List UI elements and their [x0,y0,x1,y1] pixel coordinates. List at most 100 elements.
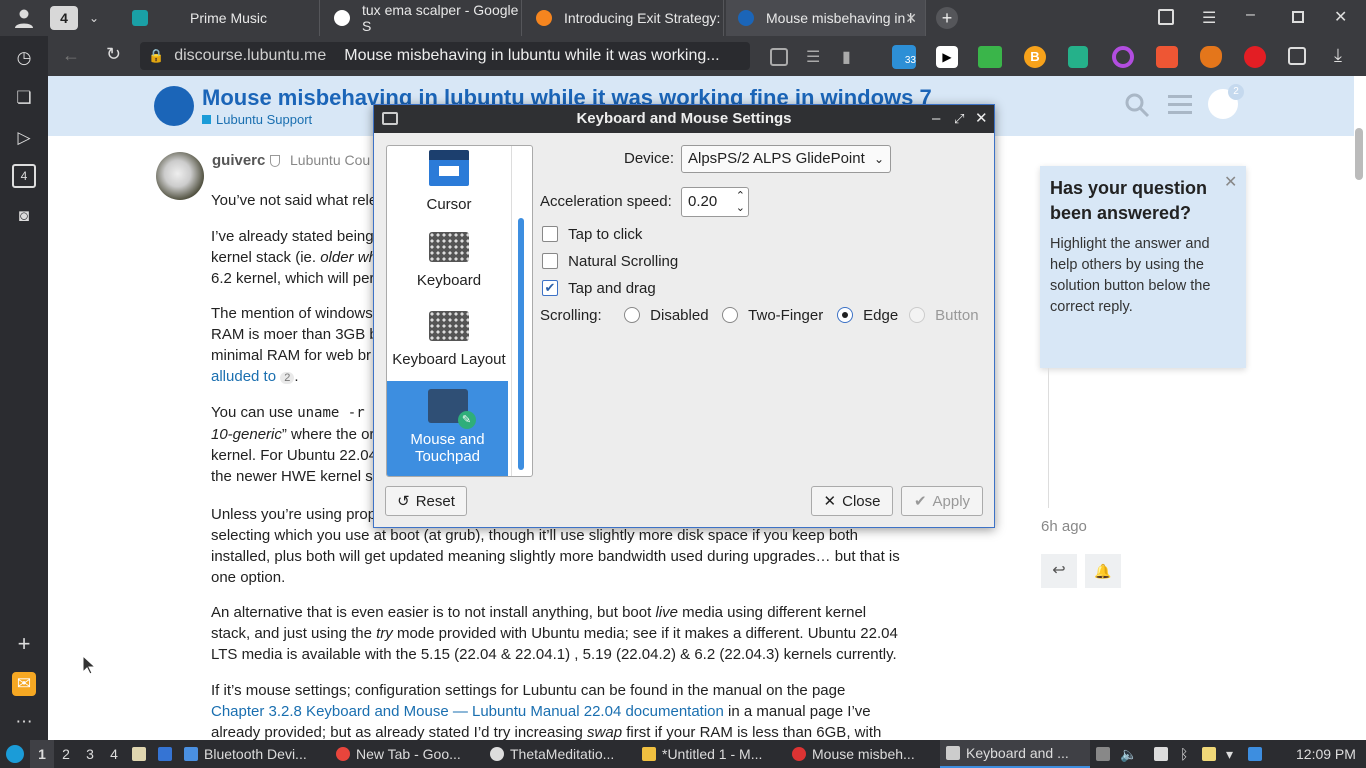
bell-icon[interactable]: 🔔 [1085,554,1121,588]
tab-google-search[interactable]: tux ema scalper - Google S [322,0,522,36]
acceleration-spinbox[interactable]: 0.20 ⌃ ⌄ [681,187,749,217]
notification-badge[interactable]: 2 [1228,84,1244,100]
display-tray-icon[interactable] [1248,740,1268,768]
reset-button[interactable]: ↺ Reset [385,486,467,516]
workspace-3[interactable]: 3 [80,740,100,768]
apply-button[interactable]: ✔ Apply [901,486,983,516]
spin-down-icon[interactable]: ⌄ [736,194,745,222]
scrolling-two-finger-radio[interactable]: Two-Finger [722,306,823,324]
tap-and-drag-checkbox[interactable]: ✔ Tap and drag [542,279,656,297]
category-list[interactable]: Cursor Keyboard Keyboard Layout ✎ Mouse … [386,145,533,477]
hamburger-menu-icon[interactable] [1168,94,1192,116]
tab-stack-icon[interactable] [1158,9,1174,25]
bluetooth-tray-icon[interactable]: ᛒ [1180,740,1188,768]
menu-icon[interactable]: ☰ [1202,8,1216,28]
dialog-titlebar[interactable]: Keyboard and Mouse Settings – ⤢ ✕ [374,105,994,133]
profile-icon[interactable] [14,8,34,28]
button-label: Reset [415,492,455,510]
taskbar-item-bluetooth[interactable]: Bluetooth Devi... [184,740,330,768]
camera-icon[interactable]: ◙ [12,204,36,228]
tab-group-counter[interactable]: 4 [50,6,78,30]
author-name[interactable]: guiverc [212,152,265,169]
category-item-keyboard[interactable]: Keyboard [387,232,511,306]
workspace-4[interactable]: 4 [104,740,124,768]
add-panel-icon[interactable]: + [12,632,36,656]
clipboard-icon[interactable] [1154,740,1174,768]
natural-scrolling-checkbox[interactable]: Natural Scrolling [542,252,678,270]
play-icon[interactable]: ▷ [12,126,36,150]
capture-icon[interactable] [770,48,788,66]
restore-icon[interactable] [1292,11,1304,23]
category-item-keyboard-layout[interactable]: Keyboard Layout [387,311,511,385]
metamask-extension-icon[interactable] [1200,46,1222,68]
back-icon[interactable]: ← [62,45,80,66]
taskbar-item-keyboard-mouse[interactable]: Keyboard and ... [940,740,1090,768]
extensions-icon[interactable] [1288,47,1306,65]
tray-disk-icon[interactable] [1096,740,1116,768]
shield-extension-icon[interactable] [1068,46,1088,68]
reader-icon[interactable]: ☰ [806,47,820,67]
scrolling-edge-radio[interactable]: Edge [837,306,898,324]
device-select[interactable]: AlpsPS/2 ALPS GlidePoint ⌄ [681,145,891,173]
more-icon[interactable]: ⋯ [12,710,36,734]
tap-to-click-checkbox[interactable]: Tap to click [542,225,642,243]
play-extension-icon[interactable]: ▶ [936,46,958,68]
record-extension-icon[interactable] [1156,46,1178,68]
workspace-4-icon[interactable]: 4 [12,164,36,188]
folder-tray-icon[interactable] [1202,740,1222,768]
close-dialog-icon[interactable]: ✕ [975,105,988,133]
calendar-extension-icon[interactable]: 33 [892,45,916,69]
taskbar-item-untitled[interactable]: *Untitled 1 - M... [642,740,788,768]
notes-icon[interactable]: ❏ [12,86,36,110]
close-notice-icon[interactable]: ✕ [1224,172,1237,192]
category-scrollbar-thumb[interactable] [518,218,524,470]
bitcoin-extension-icon[interactable]: B [1024,46,1046,68]
tab-prime-music[interactable]: Prime Music [120,0,320,36]
minimize-icon[interactable]: – [932,105,940,133]
close-tab-icon[interactable]: ✕ [905,10,917,27]
wifi-icon[interactable]: ▾ [1226,740,1233,768]
download-icon[interactable]: ⤓ [1334,45,1342,66]
close-button[interactable]: ✕ Close [811,486,893,516]
scrollbar-thumb[interactable] [1355,128,1363,180]
desktop-icon[interactable] [158,740,178,768]
scrolling-button-radio[interactable]: Button [909,306,979,324]
taskbar-item-mouse-misbehaving[interactable]: Mouse misbeh... [792,740,936,768]
category-badge[interactable]: Lubuntu Support [202,112,312,127]
reply-button[interactable]: ↩ [1041,554,1077,588]
category-item-mouse-touchpad[interactable]: ✎ Mouse and Touchpad [387,381,508,476]
tab-exit-strategy[interactable]: Introducing Exit Strategy: [524,0,724,36]
taskbar-item-theta[interactable]: ThetaMeditatio... [490,740,638,768]
maximize-icon[interactable]: ⤢ [954,105,964,133]
history-icon[interactable]: ◷ [12,46,36,70]
timeline-ago[interactable]: 6h ago [1041,518,1087,535]
tab-mouse-misbehaving[interactable]: Mouse misbehaving in l ✕ [726,0,926,36]
workspace-1[interactable]: 1 [30,740,54,768]
lubuntu-logo[interactable] [154,86,194,126]
color-extension-icon[interactable] [1112,46,1134,68]
post-line: stack, and just using the try mode provi… [211,625,898,642]
url-bar[interactable]: 🔒 discourse.lubuntu.me Mouse misbehaving… [140,42,750,70]
clock[interactable]: 12:09 PM [1296,740,1356,768]
volume-icon[interactable]: 🔈 [1120,740,1137,768]
workspace-2[interactable]: 2 [56,740,76,768]
category-scrollbar[interactable] [511,146,531,476]
chevron-down-icon[interactable]: ⌄ [84,8,104,28]
adblock-extension-icon[interactable] [1244,46,1266,68]
close-window-icon[interactable]: ✕ [1334,7,1347,27]
bookmark-icon[interactable]: ▮ [842,47,851,67]
alluded-link[interactable]: alluded to [211,368,276,385]
author-avatar[interactable] [156,152,204,200]
category-item-cursor[interactable]: Cursor [387,146,511,220]
file-manager-icon[interactable] [132,740,152,768]
mail-icon[interactable]: ✉ [12,672,36,696]
start-menu-icon[interactable] [6,740,24,768]
minimize-icon[interactable]: – [1246,6,1255,24]
new-tab-button[interactable]: + [936,7,958,29]
scrolling-disabled-radio[interactable]: Disabled [624,306,709,324]
manual-link[interactable]: Chapter 3.2.8 Keyboard and Mouse — Lubun… [211,703,724,720]
taskbar-item-new-tab[interactable]: New Tab - Goo... [336,740,486,768]
chat-extension-icon[interactable] [978,46,1002,68]
reload-icon[interactable]: ↻ [106,44,121,65]
search-icon[interactable] [1124,92,1150,118]
